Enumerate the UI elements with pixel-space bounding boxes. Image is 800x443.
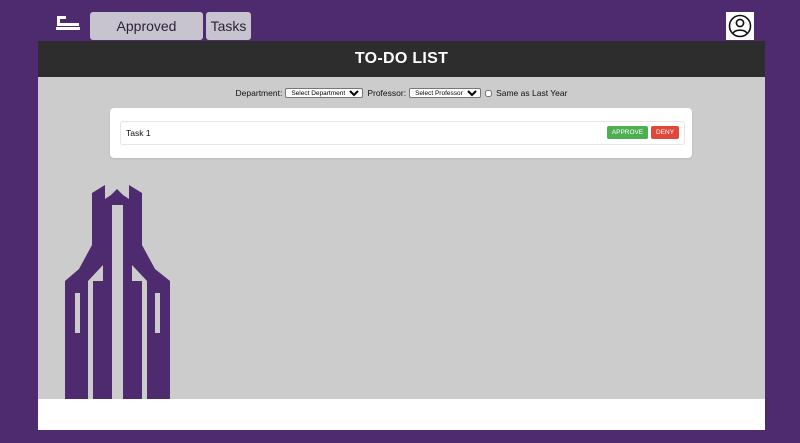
hammer-logo-icon[interactable] (55, 14, 81, 32)
department-label: Department: (235, 88, 283, 98)
page-title: TO-DO LIST (38, 41, 765, 77)
professor-label: Professor: (367, 88, 407, 98)
filter-bar: Department: Select Department Professor:… (38, 86, 765, 100)
same-as-last-year-checkbox[interactable] (485, 89, 493, 97)
task-row: Task 1 APPROVE DENY (120, 121, 685, 145)
main-panel: TO-DO LIST Department: Select Department… (38, 41, 765, 430)
task-list-card: Task 1 APPROVE DENY (110, 108, 692, 158)
same-as-last-year-label: Same as Last Year (496, 88, 568, 98)
tower-illustration (65, 185, 170, 399)
approve-button[interactable]: APPROVE (607, 126, 648, 139)
deny-button[interactable]: DENY (651, 126, 679, 139)
professor-select[interactable]: Select Professor (409, 88, 482, 98)
department-select[interactable]: Select Department (285, 88, 364, 98)
nav-approved-sections[interactable]: Approved Sections (90, 12, 203, 62)
user-circle-icon (728, 14, 752, 38)
panel-footer (38, 399, 765, 430)
task-name: Task 1 (126, 128, 151, 138)
user-profile-button[interactable] (726, 12, 754, 40)
nav-tasks[interactable]: Tasks (206, 12, 251, 40)
